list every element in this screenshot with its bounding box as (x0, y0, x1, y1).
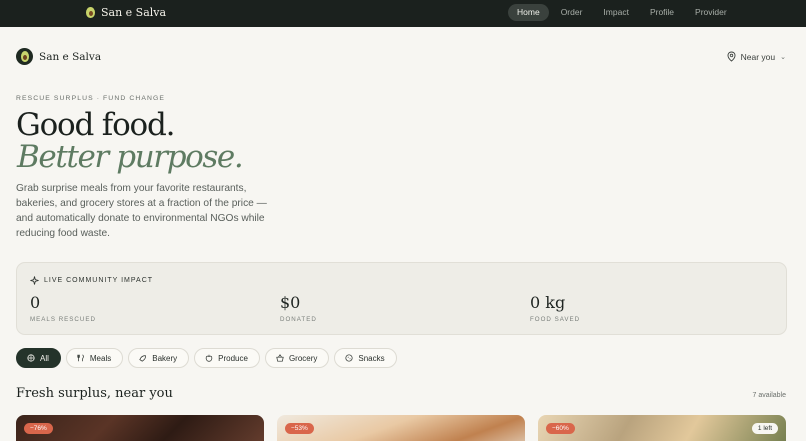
nav-provider[interactable]: Provider (686, 4, 736, 21)
section-title: Fresh surplus, near you (16, 386, 173, 401)
header-brand-name: San e Salva (39, 50, 102, 63)
category-filters: All Meals Bakery Produce Grocery Snacks (16, 348, 397, 368)
product-card[interactable]: −53% (277, 415, 525, 441)
stat-food-saved: 0 kg FOOD SAVED (530, 293, 580, 323)
chip-all[interactable]: All (16, 348, 61, 368)
chip-produce[interactable]: Produce (194, 348, 260, 368)
croissant-icon (139, 355, 147, 362)
stat-food-saved-label: FOOD SAVED (530, 316, 581, 323)
topbar-brand-name: San e Salva (101, 6, 167, 19)
main-nav: Home Order Impact Profile Provider (508, 4, 739, 21)
chip-bakery[interactable]: Bakery (128, 348, 190, 368)
hero-intro: Grab surprise meals from your favorite r… (16, 183, 267, 239)
chip-meals[interactable]: Meals (65, 348, 124, 368)
header-brand[interactable]: San e Salva (16, 48, 101, 65)
nav-home[interactable]: Home (508, 4, 549, 21)
chip-snacks-label: Snacks (358, 353, 385, 363)
stat-donated-value: $0 (280, 293, 301, 312)
product-card[interactable]: −60% 1 left (538, 415, 786, 441)
location-selector[interactable]: Near you ⌄ (727, 51, 786, 62)
top-navbar: San e Salva Home Order Impact Profile Pr… (0, 0, 806, 27)
product-card[interactable]: −76% (16, 415, 264, 441)
chip-bakery-label: Bakery (152, 353, 178, 363)
stat-meals-label: MEALS RESCUED (30, 316, 96, 323)
topbar-brand[interactable]: San e Salva (86, 6, 166, 19)
chip-meals-label: Meals (89, 353, 112, 363)
basket-icon (276, 354, 284, 362)
grid-icon (27, 354, 35, 362)
apple-icon (205, 354, 213, 362)
discount-badge: −60% (546, 423, 575, 434)
impact-title: LIVE COMMUNITY IMPACT (44, 277, 154, 284)
available-count: 7 available (752, 392, 786, 399)
stock-badge: 1 left (751, 423, 778, 434)
chevron-down-icon: ⌄ (780, 53, 786, 61)
discount-badge: −76% (24, 423, 53, 434)
chip-grocery-label: Grocery (288, 353, 318, 363)
nav-order[interactable]: Order (552, 4, 592, 21)
cookie-icon (345, 354, 353, 362)
nav-profile[interactable]: Profile (641, 4, 683, 21)
nav-impact[interactable]: Impact (594, 4, 638, 21)
impact-title-row: LIVE COMMUNITY IMPACT (30, 276, 153, 285)
impact-card: LIVE COMMUNITY IMPACT 0 MEALS RESCUED $0… (16, 262, 787, 335)
avocado-icon (20, 51, 29, 62)
hero-title-accent: Better purpose. (17, 139, 244, 175)
sparkles-icon (30, 276, 39, 285)
hero-eyebrow: RESCUE SURPLUS · FUND CHANGE (16, 95, 166, 102)
stat-food-saved-value: 0 kg (530, 293, 566, 312)
location-pin-icon (727, 51, 736, 62)
discount-badge: −53% (285, 423, 314, 434)
chip-produce-label: Produce (218, 353, 248, 363)
utensils-icon (77, 354, 84, 362)
stat-meals: 0 MEALS RESCUED (30, 293, 96, 323)
chip-snacks[interactable]: Snacks (334, 348, 397, 368)
chip-grocery[interactable]: Grocery (264, 348, 330, 368)
stat-donated: $0 DONATED (280, 293, 317, 323)
logo-badge (16, 48, 33, 65)
stat-meals-value: 0 (30, 293, 41, 312)
location-label: Near you (740, 51, 776, 62)
stat-donated-label: DONATED (280, 316, 317, 323)
avocado-logo-icon (86, 7, 95, 18)
chip-all-label: All (40, 353, 49, 363)
